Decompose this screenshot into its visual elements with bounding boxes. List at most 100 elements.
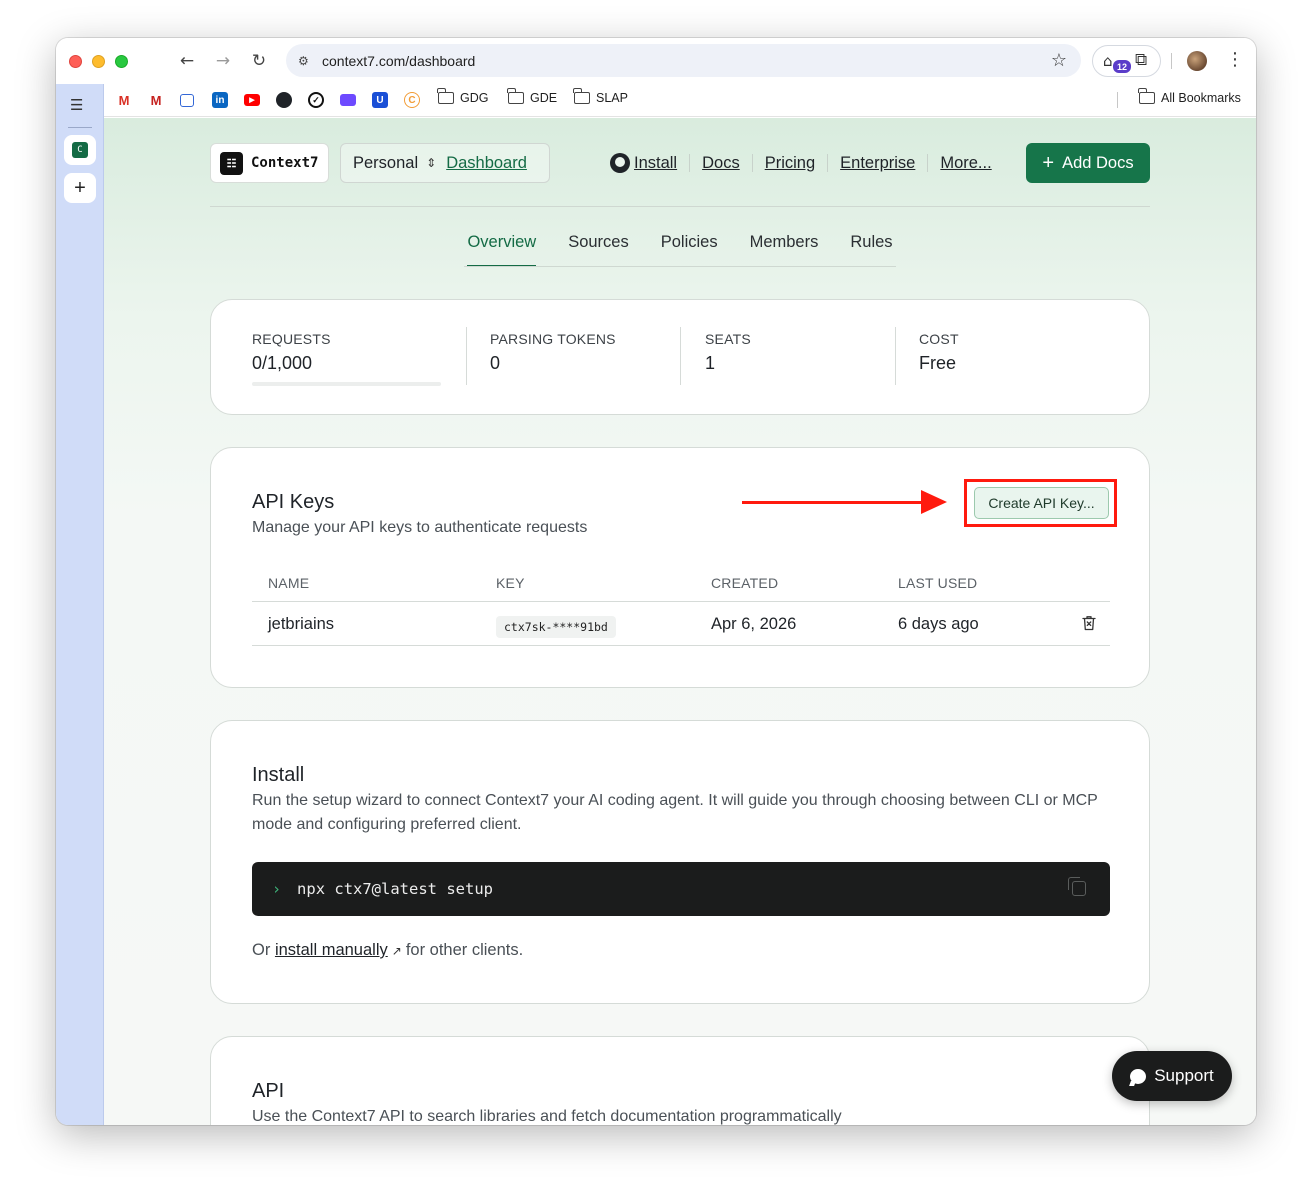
- api-keys-title: API Keys: [252, 491, 335, 513]
- github-icon[interactable]: [276, 92, 292, 108]
- close-window-button[interactable]: [69, 55, 82, 68]
- header-divider: [210, 206, 1150, 207]
- stat-divider: [895, 327, 896, 385]
- install-title: Install: [252, 764, 305, 786]
- reload-icon[interactable]: ↻: [248, 50, 270, 72]
- bookmarks-divider: [1117, 92, 1118, 108]
- all-bookmarks-folder[interactable]: All Bookmarks: [1138, 88, 1241, 105]
- stat-value: 0/1,000: [252, 353, 313, 373]
- support-button[interactable]: Support: [1112, 1051, 1232, 1101]
- extension-badge: 12: [1113, 60, 1131, 73]
- add-docs-label: Add Docs: [1062, 153, 1134, 172]
- puzzle-icon[interactable]: ⧉: [1135, 50, 1147, 70]
- dashboard-tabs: Overview Sources Policies Members Rules: [210, 233, 1150, 268]
- tab-members[interactable]: Members: [750, 233, 819, 267]
- mail-icon[interactable]: [180, 94, 194, 107]
- workspace-switcher[interactable]: Personal ⇕ Dashboard: [340, 143, 550, 183]
- site-info-icon[interactable]: ⚙: [298, 54, 316, 68]
- github-icon: [610, 153, 630, 173]
- install-card: Install Run the setup wizard to connect …: [210, 720, 1150, 1004]
- stat-seats: SEATS 1: [705, 331, 751, 374]
- stat-label: COST: [919, 331, 959, 347]
- tabs-underline: [464, 266, 896, 267]
- check-circle-icon[interactable]: ✓: [308, 92, 324, 108]
- requests-progress-bar: [252, 382, 441, 386]
- brand-logo[interactable]: ☷ Context7: [210, 143, 329, 183]
- copy-icon[interactable]: [1068, 877, 1086, 896]
- annotation-arrow: [742, 501, 927, 504]
- tab-policies[interactable]: Policies: [661, 233, 718, 267]
- nav-more-link[interactable]: More...: [940, 154, 991, 173]
- column-header-created: CREATED: [711, 575, 779, 591]
- prompt-chevron-icon: ›: [272, 880, 282, 898]
- page-content: ☷ Context7 Personal ⇕ Dashboard Install …: [104, 118, 1256, 1125]
- proton-mail-icon[interactable]: [340, 94, 356, 106]
- u-app-icon[interactable]: U: [372, 92, 388, 108]
- install-command[interactable]: npx ctx7@latest setup: [297, 880, 493, 898]
- add-docs-button[interactable]: + Add Docs: [1026, 143, 1150, 183]
- c-app-icon[interactable]: C: [404, 92, 420, 108]
- nav-install-link[interactable]: Install: [634, 154, 677, 173]
- back-arrow-icon[interactable]: ←: [176, 50, 198, 72]
- chevron-updown-icon[interactable]: ⇕: [426, 156, 436, 170]
- table-header: NAME KEY CREATED LAST USED: [252, 562, 1110, 602]
- dashboard-link[interactable]: Dashboard: [446, 154, 527, 173]
- side-add-button[interactable]: +: [64, 173, 96, 203]
- zoom-window-button[interactable]: [115, 55, 128, 68]
- nav-divider: [927, 154, 929, 172]
- nav-divider: [751, 154, 753, 172]
- stat-divider: [466, 327, 467, 385]
- tab-overview[interactable]: Overview: [467, 233, 536, 267]
- bookmark-folder-gdg[interactable]: GDG: [437, 88, 488, 105]
- folder-icon: [507, 88, 524, 104]
- gmail-icon[interactable]: M: [148, 92, 164, 108]
- side-panel-rail: ☰ C +: [56, 84, 104, 1125]
- trash-icon[interactable]: [1082, 615, 1096, 631]
- browser-toolbar: ← → ↻ ⚙ context7.com/dashboard ☆ ⌂ 12 ⧉ …: [56, 38, 1256, 84]
- api-description: Use the Context7 API to search libraries…: [252, 1108, 842, 1125]
- stat-parsing-tokens: PARSING TOKENS 0: [490, 331, 616, 374]
- stat-value: 0: [490, 353, 501, 373]
- top-nav: Install Docs Pricing Enterprise More...: [610, 153, 992, 173]
- workspace-name[interactable]: Personal: [353, 154, 418, 173]
- nav-pricing-link[interactable]: Pricing: [765, 154, 815, 173]
- sidebar-toggle-icon[interactable]: ☰: [70, 96, 83, 114]
- extensions-pill: ⌂ 12 ⧉: [1092, 45, 1161, 77]
- support-label: Support: [1154, 1066, 1214, 1085]
- stat-label: PARSING TOKENS: [490, 331, 616, 347]
- side-app-context7[interactable]: C: [64, 135, 96, 165]
- stat-value: Free: [919, 353, 957, 373]
- browser-window: ← → ↻ ⚙ context7.com/dashboard ☆ ⌂ 12 ⧉ …: [56, 38, 1256, 1125]
- key-value-chip: ctx7sk-****91bd: [496, 616, 616, 638]
- nav-enterprise-link[interactable]: Enterprise: [840, 154, 915, 173]
- install-manually-link[interactable]: install manually: [275, 941, 388, 959]
- stat-label: SEATS: [705, 331, 751, 347]
- bookmark-folder-slap[interactable]: SLAP: [573, 88, 628, 105]
- install-command-block[interactable]: › npx ctx7@latest setup: [252, 862, 1110, 916]
- tab-sources[interactable]: Sources: [568, 233, 629, 267]
- stat-divider: [680, 327, 681, 385]
- linkedin-icon[interactable]: in: [212, 92, 228, 108]
- gmail-icon[interactable]: M: [116, 92, 132, 108]
- api-keys-subtitle: Manage your API keys to authenticate req…: [252, 519, 588, 536]
- forward-arrow-icon[interactable]: →: [212, 50, 234, 72]
- menu-kebab-icon[interactable]: ⋮: [1226, 49, 1244, 70]
- external-link-icon: ↗: [391, 944, 402, 958]
- context7-app-icon: C: [72, 142, 88, 158]
- profile-avatar[interactable]: [1187, 51, 1207, 71]
- bookmark-folder-gde[interactable]: GDE: [507, 88, 557, 105]
- nav-docs-link[interactable]: Docs: [702, 154, 740, 173]
- nav-divider: [689, 154, 691, 172]
- youtube-icon[interactable]: ▶: [244, 94, 260, 106]
- stat-value: 1: [705, 353, 716, 373]
- nav-divider: [827, 154, 829, 172]
- create-api-key-button[interactable]: Create API Key...: [974, 487, 1109, 519]
- address-bar[interactable]: ⚙ context7.com/dashboard ☆: [286, 44, 1081, 77]
- tab-rules[interactable]: Rules: [850, 233, 892, 267]
- key-created: Apr 6, 2026: [711, 615, 797, 633]
- folder-icon: [1138, 88, 1155, 104]
- bookmark-star-icon[interactable]: ☆: [1051, 50, 1067, 71]
- url-text[interactable]: context7.com/dashboard: [322, 53, 475, 69]
- minimize-window-button[interactable]: [92, 55, 105, 68]
- stat-cost: COST Free: [919, 331, 959, 374]
